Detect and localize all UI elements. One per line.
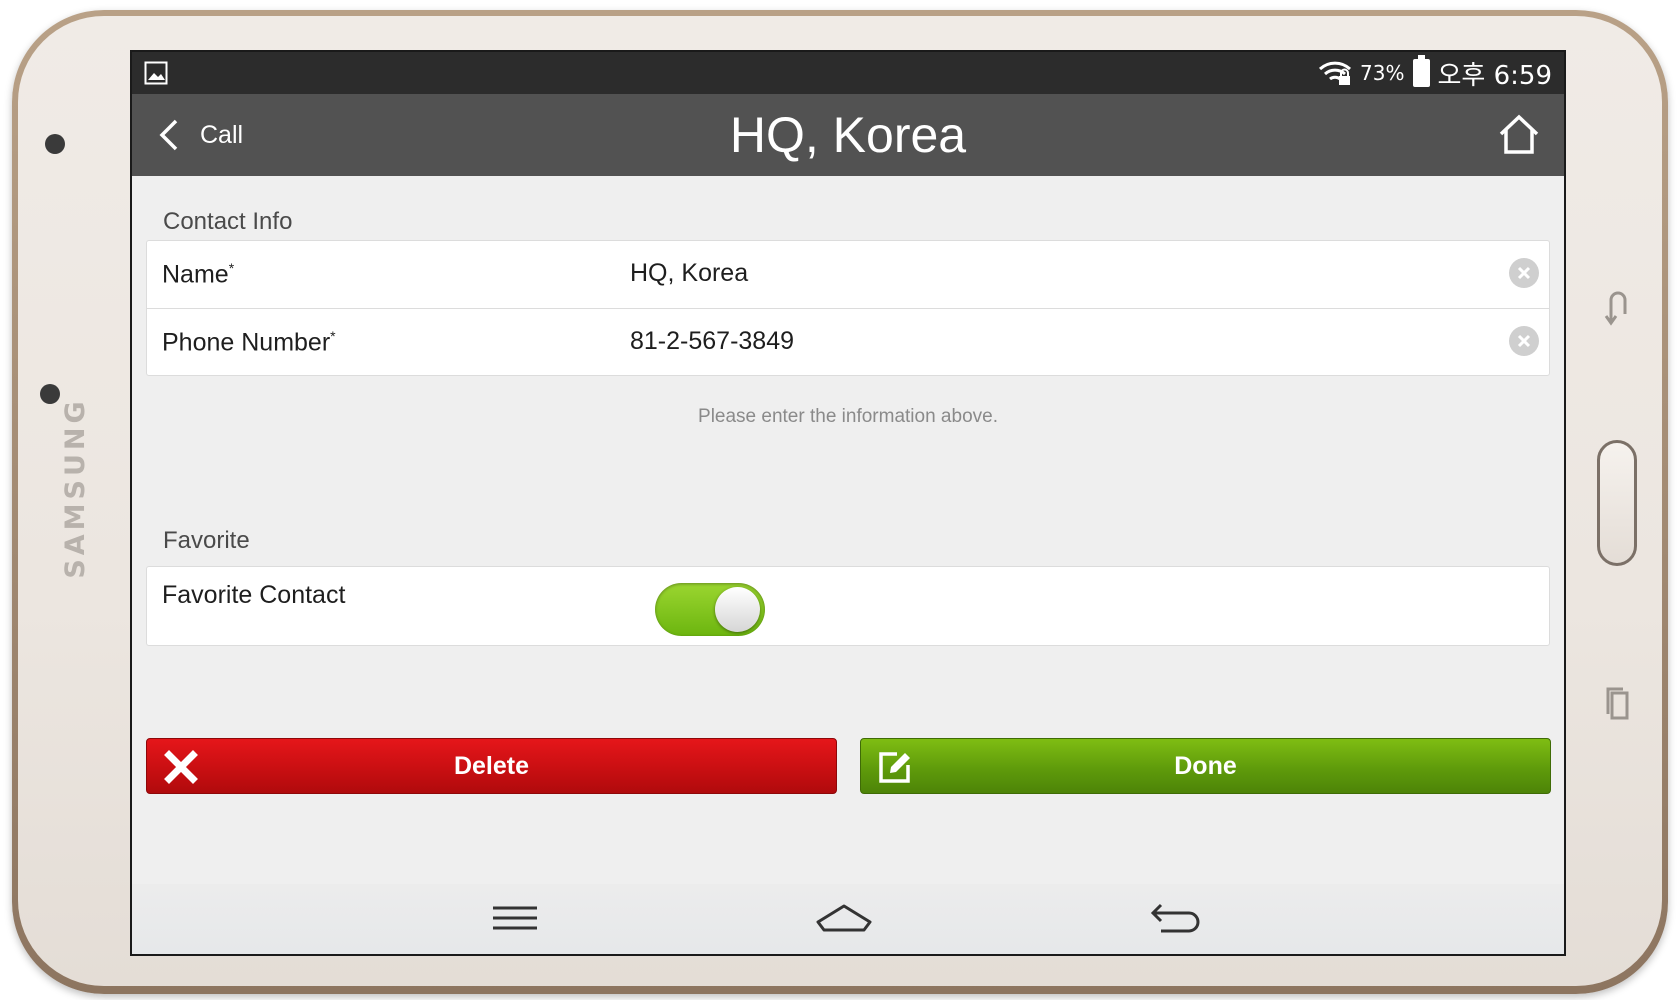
- phone-label: Phone Number*: [162, 328, 336, 357]
- menu-icon: [493, 906, 537, 930]
- title-bar: Call HQ, Korea: [132, 94, 1564, 176]
- home-icon[interactable]: [1494, 110, 1544, 160]
- hardware-back-icon: [1604, 291, 1627, 326]
- back-arrow-icon: [1150, 903, 1200, 933]
- delete-button[interactable]: Delete: [146, 738, 837, 794]
- navigation-bar: [132, 884, 1564, 954]
- brand-logo: SAMSUNG: [60, 397, 91, 579]
- tablet-screen: 73% 오후 6:59 Call HQ, Korea Contact Info …: [130, 50, 1566, 956]
- x-icon: [164, 750, 198, 784]
- done-button-label: Done: [1174, 751, 1237, 780]
- hardware-recent-icon: [1606, 687, 1629, 720]
- favorite-toggle[interactable]: [655, 583, 765, 636]
- delete-button-label: Delete: [453, 751, 530, 780]
- front-camera: [45, 134, 65, 154]
- clear-name-button[interactable]: [1509, 258, 1539, 288]
- clear-circle-icon: [1517, 266, 1531, 280]
- favorite-contact-label: Favorite Contact: [162, 581, 346, 609]
- status-bar: 73% 오후 6:59: [132, 52, 1564, 94]
- phone-input[interactable]: [630, 321, 1430, 361]
- hardware-recent-key[interactable]: [1598, 682, 1638, 726]
- nav-home-key[interactable]: [814, 896, 874, 940]
- battery-percent: 73%: [1360, 61, 1405, 85]
- favorite-card: Favorite Contact: [146, 566, 1550, 646]
- clear-circle-icon: [1517, 334, 1531, 348]
- clock: 오후 6:59: [1437, 60, 1553, 91]
- status-indicators: 73% 오후 6:59: [1318, 52, 1552, 94]
- page-title: HQ, Korea: [729, 107, 967, 163]
- hardware-home-button[interactable]: [1597, 440, 1637, 566]
- battery-icon: [1412, 55, 1430, 87]
- toggle-knob: [715, 587, 760, 632]
- done-button[interactable]: Done: [860, 738, 1551, 794]
- menu-key[interactable]: [485, 896, 545, 940]
- gallery-notification-icon: [144, 61, 168, 85]
- contact-info-card: Name* Phone Number*: [146, 240, 1550, 376]
- hardware-back-key[interactable]: [1598, 284, 1638, 328]
- name-input[interactable]: [630, 253, 1430, 293]
- wifi-lock-icon: [1319, 61, 1352, 85]
- phone-row: Phone Number*: [147, 308, 1549, 375]
- clear-phone-button[interactable]: [1509, 326, 1539, 356]
- contact-info-section-title: Contact Info: [163, 208, 293, 235]
- form-hint: Please enter the information above.: [698, 406, 998, 427]
- edit-icon: [879, 752, 910, 783]
- home-outline-icon: [816, 904, 872, 932]
- favorite-section-title: Favorite: [163, 527, 250, 554]
- content-area: Contact Info Name* Phone Number*: [132, 176, 1564, 954]
- name-row: Name*: [147, 241, 1549, 308]
- nav-back-key[interactable]: [1146, 896, 1206, 940]
- name-label: Name*: [162, 260, 235, 289]
